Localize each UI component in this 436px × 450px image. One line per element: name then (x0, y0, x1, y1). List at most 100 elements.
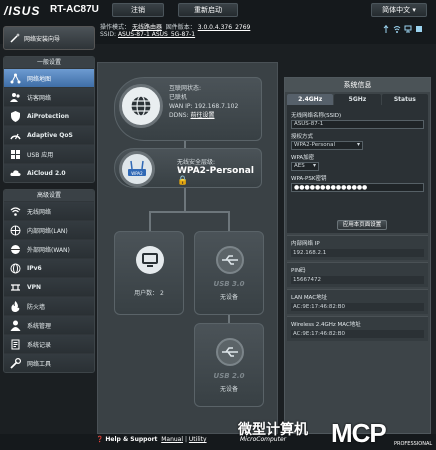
help-icon: ❓ (96, 436, 104, 443)
advanced-section: 高级设置 无线网络 内部网络(LAN) 外部网络(WAN) IPv6 VPN 防… (3, 189, 95, 373)
pin-label: PIN码 (291, 268, 306, 274)
firmware-link[interactable]: 3.0.0.4.376_2769 (198, 24, 251, 31)
ipv6-icon (10, 263, 21, 273)
panel-title: 系统信息 (285, 78, 430, 92)
lan-icon (10, 225, 21, 235)
sidebar-item-usb-app[interactable]: USB 应用 (4, 144, 94, 163)
qos-icon (10, 133, 21, 139)
usb3-label: USB 3.0 (213, 280, 245, 288)
wan-ip: WAN IP: 192.168.7.102 (169, 103, 239, 110)
ssid-values[interactable]: ASUS-87-1 ASUS_5G-87-1 (118, 31, 195, 38)
language-select[interactable]: 简体中文 ▾ (371, 3, 427, 17)
wireless-icon (10, 206, 21, 216)
vpn-icon (11, 283, 20, 291)
tools-icon (10, 357, 21, 369)
clients-card[interactable]: 用户数： 2 (114, 231, 184, 315)
sidebar-item-label: 外部网络(WAN) (27, 246, 70, 254)
psk-field[interactable]: ●●●●●●●●●●●●●● (291, 183, 424, 192)
reboot-button[interactable]: 重新启动 (178, 3, 238, 17)
sidebar-item-label: IPv6 (27, 264, 42, 272)
firewall-icon (11, 300, 20, 312)
sidebar-item-lan[interactable]: 内部网络(LAN) (4, 220, 94, 239)
internet-status-card[interactable]: 互联网状态: 已联机 WAN IP: 192.168.7.102 DDNS: 前… (114, 77, 262, 141)
ssid-line: SSID: ASUS-87-1 ASUS_5G-87-1 (100, 31, 195, 38)
internet-status-value: 已联机 (169, 94, 188, 101)
op-mode-label: 操作模式： (100, 24, 131, 31)
asus-logo: /ISUS (4, 4, 41, 18)
lan-ip-value: 192.168.2.1 (291, 249, 424, 257)
general-section-title: 一般设置 (4, 57, 94, 68)
admin-icon (10, 320, 21, 331)
general-section: 一般设置 网络地图 访客网络 AiProtection Adaptive QoS… (3, 56, 95, 183)
sidebar-item-adaptive-qos[interactable]: Adaptive QoS (4, 125, 94, 144)
sidebar-item-wan[interactable]: 外部网络(WAN) (4, 239, 94, 258)
quick-setup-button[interactable]: 网络安装向导 (3, 26, 95, 50)
sidebar-item-aicloud[interactable]: AiCloud 2.0 (4, 163, 94, 182)
tab-5ghz[interactable]: 5GHz (334, 94, 381, 105)
utility-link[interactable]: Utility (189, 436, 207, 443)
internet-info: 互联网状态: 已联机 WAN IP: 192.168.7.102 DDNS: 前… (169, 84, 238, 120)
band-tabs: 2.4GHz 5GHz Status (285, 92, 430, 105)
network-icon[interactable] (404, 25, 412, 33)
wireless-mac-row: Wireless 2.4GHz MAC地址 AC:9E:17:46:82:B0 (287, 316, 428, 341)
guest-network-icon (10, 92, 20, 102)
logout-button[interactable]: 注销 (112, 3, 164, 17)
tab-status[interactable]: Status (381, 94, 428, 105)
lan-ip-row: 内部网络 IP 192.168.2.1 (287, 235, 428, 260)
app-icon[interactable] (415, 25, 423, 33)
sidebar-item-log[interactable]: 系统记录 (4, 334, 94, 353)
op-mode-link[interactable]: 无线路由器 (132, 24, 162, 31)
monitor-icon (136, 246, 164, 274)
apply-button[interactable]: 应用本页面设置 (337, 220, 387, 230)
usb2-card[interactable]: USB 2.0 无设备 (194, 323, 264, 407)
sidebar-item-label: 防火墙 (27, 303, 46, 311)
sidebar-item-label: 无线网络 (27, 208, 52, 216)
sidebar-item-admin[interactable]: 系统管理 (4, 315, 94, 334)
sidebar-item-firewall[interactable]: 防火墙 (4, 296, 94, 315)
log-icon (11, 339, 20, 349)
sidebar-item-label: Adaptive QoS (27, 131, 73, 139)
system-info-line: 操作模式： 无线路由器 固件版本： 3.0.0.4.376_2769 (100, 22, 250, 31)
connector-line (149, 211, 151, 231)
lock-icon: 🔒 (177, 176, 189, 186)
status-icons (382, 25, 423, 33)
internet-status-label: 互联网状态: (169, 85, 202, 92)
usb-icon[interactable] (382, 25, 390, 33)
usb-icon (216, 246, 244, 274)
wireless-mac-value: AC:9E:17:46:82:B0 (291, 330, 424, 338)
usb2-label: USB 2.0 (213, 372, 245, 380)
wan-icon (11, 244, 20, 254)
connector-line (228, 315, 230, 323)
wireless-icon[interactable] (393, 25, 401, 33)
ddns-link[interactable]: 前往设置 (190, 112, 214, 119)
pin-row: PIN码 15667472 (287, 262, 428, 287)
sidebar-item-tools[interactable]: 网络工具 (4, 353, 94, 372)
usb3-card[interactable]: USB 3.0 无设备 (194, 231, 264, 315)
auth-method-select[interactable]: WPA2-Personal (291, 141, 363, 150)
sidebar-item-aiprotection[interactable]: AiProtection (4, 106, 94, 125)
sidebar-item-guest-network[interactable]: 访客网络 (4, 87, 94, 106)
sidebar-item-network-map[interactable]: 网络地图 (4, 68, 94, 87)
sidebar-item-vpn[interactable]: VPN (4, 277, 94, 296)
ssid-field[interactable]: ASUS-87-1 (291, 120, 424, 129)
security-level-value: WPA2-Personal 🔒 (177, 166, 254, 186)
tab-2-4ghz[interactable]: 2.4GHz (287, 94, 334, 105)
sidebar-item-label: VPN (27, 283, 42, 291)
sidebar-item-ipv6[interactable]: IPv6 (4, 258, 94, 277)
router-card[interactable]: WPA2 无线安全层级: WPA2-Personal 🔒 (114, 148, 262, 188)
manual-link[interactable]: Manual (161, 436, 183, 443)
usb3-status: 无设备 (219, 294, 238, 301)
sidebar-item-label: 系统记录 (27, 341, 52, 349)
system-info-panel: 系统信息 2.4GHz 5GHz Status 无线网络名称(SSID) ASU… (284, 77, 431, 434)
watermark-en: MicroComputer (240, 436, 287, 443)
sidebar-item-wireless[interactable]: 无线网络 (4, 201, 94, 220)
wpa-encryption-select[interactable]: AES (291, 162, 319, 171)
pin-value: 15667472 (291, 276, 424, 284)
sidebar-item-label: 访客网络 (27, 94, 52, 102)
sidebar-item-label: 内部网络(LAN) (27, 227, 68, 235)
ddns-label: DDNS: (169, 112, 189, 119)
ssid-label: SSID: (100, 31, 117, 38)
help-support: ❓ Help & Support Manual | Utility (96, 436, 207, 443)
wireless-mac-label: Wireless 2.4GHz MAC地址 (291, 322, 361, 328)
footer-separator: | (184, 436, 187, 443)
